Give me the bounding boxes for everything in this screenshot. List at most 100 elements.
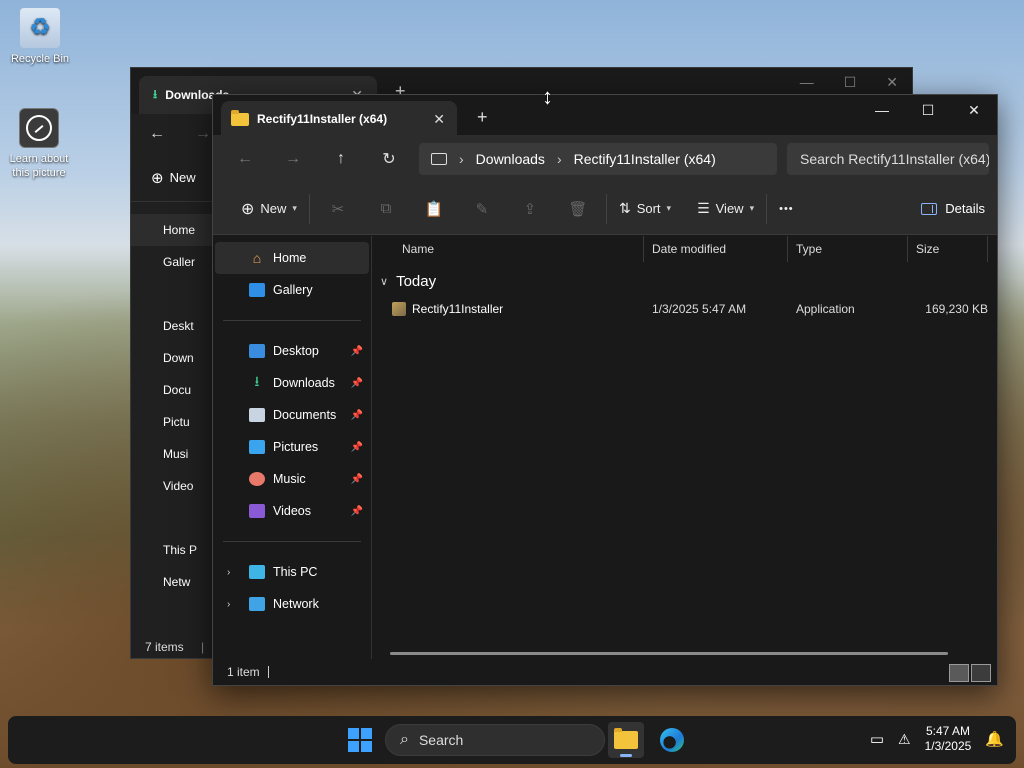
sort-button[interactable]: ⇅ Sort ▾ xyxy=(611,200,679,217)
minimize-icon[interactable]: — xyxy=(859,95,905,125)
back-new-button[interactable]: New xyxy=(170,170,196,185)
sidebar-item-gallery[interactable]: Gallery xyxy=(215,274,369,306)
chevron-right-icon[interactable]: › xyxy=(227,599,230,610)
edge-taskbar-button[interactable] xyxy=(654,722,690,758)
sidebar-item-pictures[interactable]: Pictures 📌 xyxy=(215,431,369,463)
back-arrow-icon[interactable]: ← xyxy=(149,125,165,143)
delete-icon[interactable]: 🗑 xyxy=(554,200,602,218)
column-header-size[interactable]: Size xyxy=(908,236,988,262)
pin-icon[interactable]: 📌 xyxy=(351,506,363,517)
tab-rectify11[interactable]: Rectify11Installer (x64) ✕ xyxy=(221,101,457,137)
close-icon[interactable]: ✕ xyxy=(886,74,898,91)
sidebar-item-videos[interactable]: Videos 📌 xyxy=(215,495,369,527)
new-button[interactable]: ⊕ New ▾ xyxy=(233,199,305,219)
back-sidebar-item[interactable]: Home xyxy=(131,214,215,246)
sidebar-item-downloads[interactable]: ⭳ Downloads 📌 xyxy=(215,367,369,399)
file-row[interactable]: Rectify11Installer 1/3/2025 5:47 AM Appl… xyxy=(372,296,997,322)
breadcrumb-downloads[interactable]: Downloads xyxy=(476,151,545,167)
chevron-down-icon: ▾ xyxy=(749,203,755,213)
close-icon[interactable]: ✕ xyxy=(951,95,997,125)
display-icon[interactable]: ▭ xyxy=(870,730,884,748)
maximize-icon[interactable]: ☐ xyxy=(844,74,857,91)
clock[interactable]: 5:47 AM 1/3/2025 xyxy=(925,724,972,754)
new-tab-button[interactable]: + xyxy=(477,107,488,128)
column-header-type[interactable]: Type xyxy=(788,236,908,262)
sidebar-item-this-pc[interactable]: › This PC xyxy=(215,556,369,588)
pin-icon[interactable]: 📌 xyxy=(351,410,363,421)
notification-bell-icon[interactable]: 🔔 xyxy=(985,730,1004,748)
up-arrow-icon[interactable]: ↑ xyxy=(317,150,365,168)
forward-arrow-icon[interactable]: → xyxy=(195,125,211,143)
clock-date: 1/3/2025 xyxy=(924,739,972,753)
back-sidebar-item[interactable]: Video xyxy=(131,470,215,502)
divider xyxy=(766,193,768,224)
address-bar[interactable]: › Downloads › Rectify11Installer (x64) xyxy=(419,143,777,175)
pin-icon[interactable]: 📌 xyxy=(351,378,363,389)
paste-icon[interactable]: 📋 xyxy=(410,200,458,218)
back-window-controls: — ☐ ✕ xyxy=(800,74,898,91)
back-sidebar-label: Video xyxy=(163,479,194,493)
pin-icon[interactable]: 📌 xyxy=(351,346,363,357)
more-icon: ••• xyxy=(779,202,794,215)
pin-icon[interactable]: 📌 xyxy=(351,442,363,453)
start-button[interactable] xyxy=(348,728,372,752)
back-sidebar-item[interactable]: Down xyxy=(131,342,215,374)
copy-icon[interactable]: ⧉ xyxy=(362,200,410,217)
chevron-right-icon[interactable]: › xyxy=(557,151,562,167)
sidebar-item-documents[interactable]: Documents 📌 xyxy=(215,399,369,431)
file-explorer-taskbar-button[interactable] xyxy=(608,722,644,758)
column-label: Name xyxy=(402,242,435,256)
back-sidebar-item[interactable]: Pictu xyxy=(131,406,215,438)
details-view-icon[interactable] xyxy=(949,664,969,682)
refresh-icon[interactable]: ↻ xyxy=(365,149,413,169)
back-sidebar-label: Galler xyxy=(163,255,196,269)
forward-arrow-icon[interactable]: → xyxy=(269,150,317,168)
maximize-icon[interactable]: ☐ xyxy=(905,95,951,125)
sidebar-item-network[interactable]: › Network xyxy=(215,588,369,620)
back-sidebar-item[interactable]: Netw xyxy=(131,566,215,598)
minimize-icon[interactable]: — xyxy=(800,74,814,91)
back-sidebar-item[interactable]: Galler xyxy=(131,246,215,278)
view-button[interactable]: ☰ View ▾ xyxy=(689,200,762,217)
chevron-right-icon[interactable]: › xyxy=(459,151,464,167)
pin-icon[interactable]: 📌 xyxy=(351,474,363,485)
view-list-icon: ☰ xyxy=(697,200,710,216)
back-sidebar-item[interactable]: Docu xyxy=(131,374,215,406)
group-header-today[interactable]: ∨ Today xyxy=(372,266,997,296)
breadcrumb-current-folder[interactable]: Rectify11Installer (x64) xyxy=(574,151,716,167)
sidebar-item-desktop[interactable]: Desktop 📌 xyxy=(215,335,369,367)
search-input[interactable]: Search Rectify11Installer (x64) xyxy=(787,143,989,175)
cut-icon[interactable]: ✂ xyxy=(314,200,362,218)
close-tab-icon[interactable]: ✕ xyxy=(433,111,445,128)
network-status-icon[interactable]: ⚠ xyxy=(898,731,911,748)
back-sidebar-label: Pictu xyxy=(163,415,190,429)
taskbar-search[interactable]: ⌕ Search xyxy=(385,724,605,756)
tiles-view-icon[interactable] xyxy=(971,664,991,682)
back-sidebar-item[interactable]: Musi xyxy=(131,438,215,470)
recycle-bin-shortcut[interactable]: ♻ Recycle Bin xyxy=(0,8,80,66)
details-pane-icon xyxy=(921,202,938,215)
back-sidebar-item[interactable]: Deskt xyxy=(131,310,215,342)
learn-about-picture-shortcut[interactable]: Learn about this picture xyxy=(0,108,78,180)
horizontal-scrollbar[interactable] xyxy=(390,652,948,655)
back-sidebar-label: Docu xyxy=(163,383,192,397)
sidebar-item-home[interactable]: ⌂ Home xyxy=(215,242,369,274)
sidebar-item-music[interactable]: Music 📌 xyxy=(215,463,369,495)
rename-icon[interactable]: ✎ xyxy=(458,200,506,218)
chevron-down-icon: ▾ xyxy=(666,203,672,213)
share-icon[interactable]: ⇪ xyxy=(506,200,554,218)
sidebar-item-label: Documents xyxy=(273,408,337,422)
back-sidebar-item[interactable]: This P xyxy=(131,534,215,566)
sidebar-item-label: Downloads xyxy=(273,376,335,390)
more-options-button[interactable]: ••• xyxy=(771,203,802,215)
group-label: Today xyxy=(396,272,437,290)
recycle-bin-icon: ♻ xyxy=(20,8,60,48)
column-header-date-modified[interactable]: Date modified xyxy=(644,236,788,262)
search-placeholder: Search Rectify11Installer (x64) xyxy=(800,151,989,167)
back-arrow-icon[interactable]: ← xyxy=(221,150,269,168)
chevron-right-icon[interactable]: › xyxy=(227,567,230,578)
explorer-window[interactable]: Rectify11Installer (x64) ✕ + — ☐ ✕ ← → ↑… xyxy=(212,94,998,686)
back-sidebar-label: This P xyxy=(163,543,198,557)
details-pane-button[interactable]: Details xyxy=(921,201,985,216)
column-header-name[interactable]: Name xyxy=(372,236,644,262)
